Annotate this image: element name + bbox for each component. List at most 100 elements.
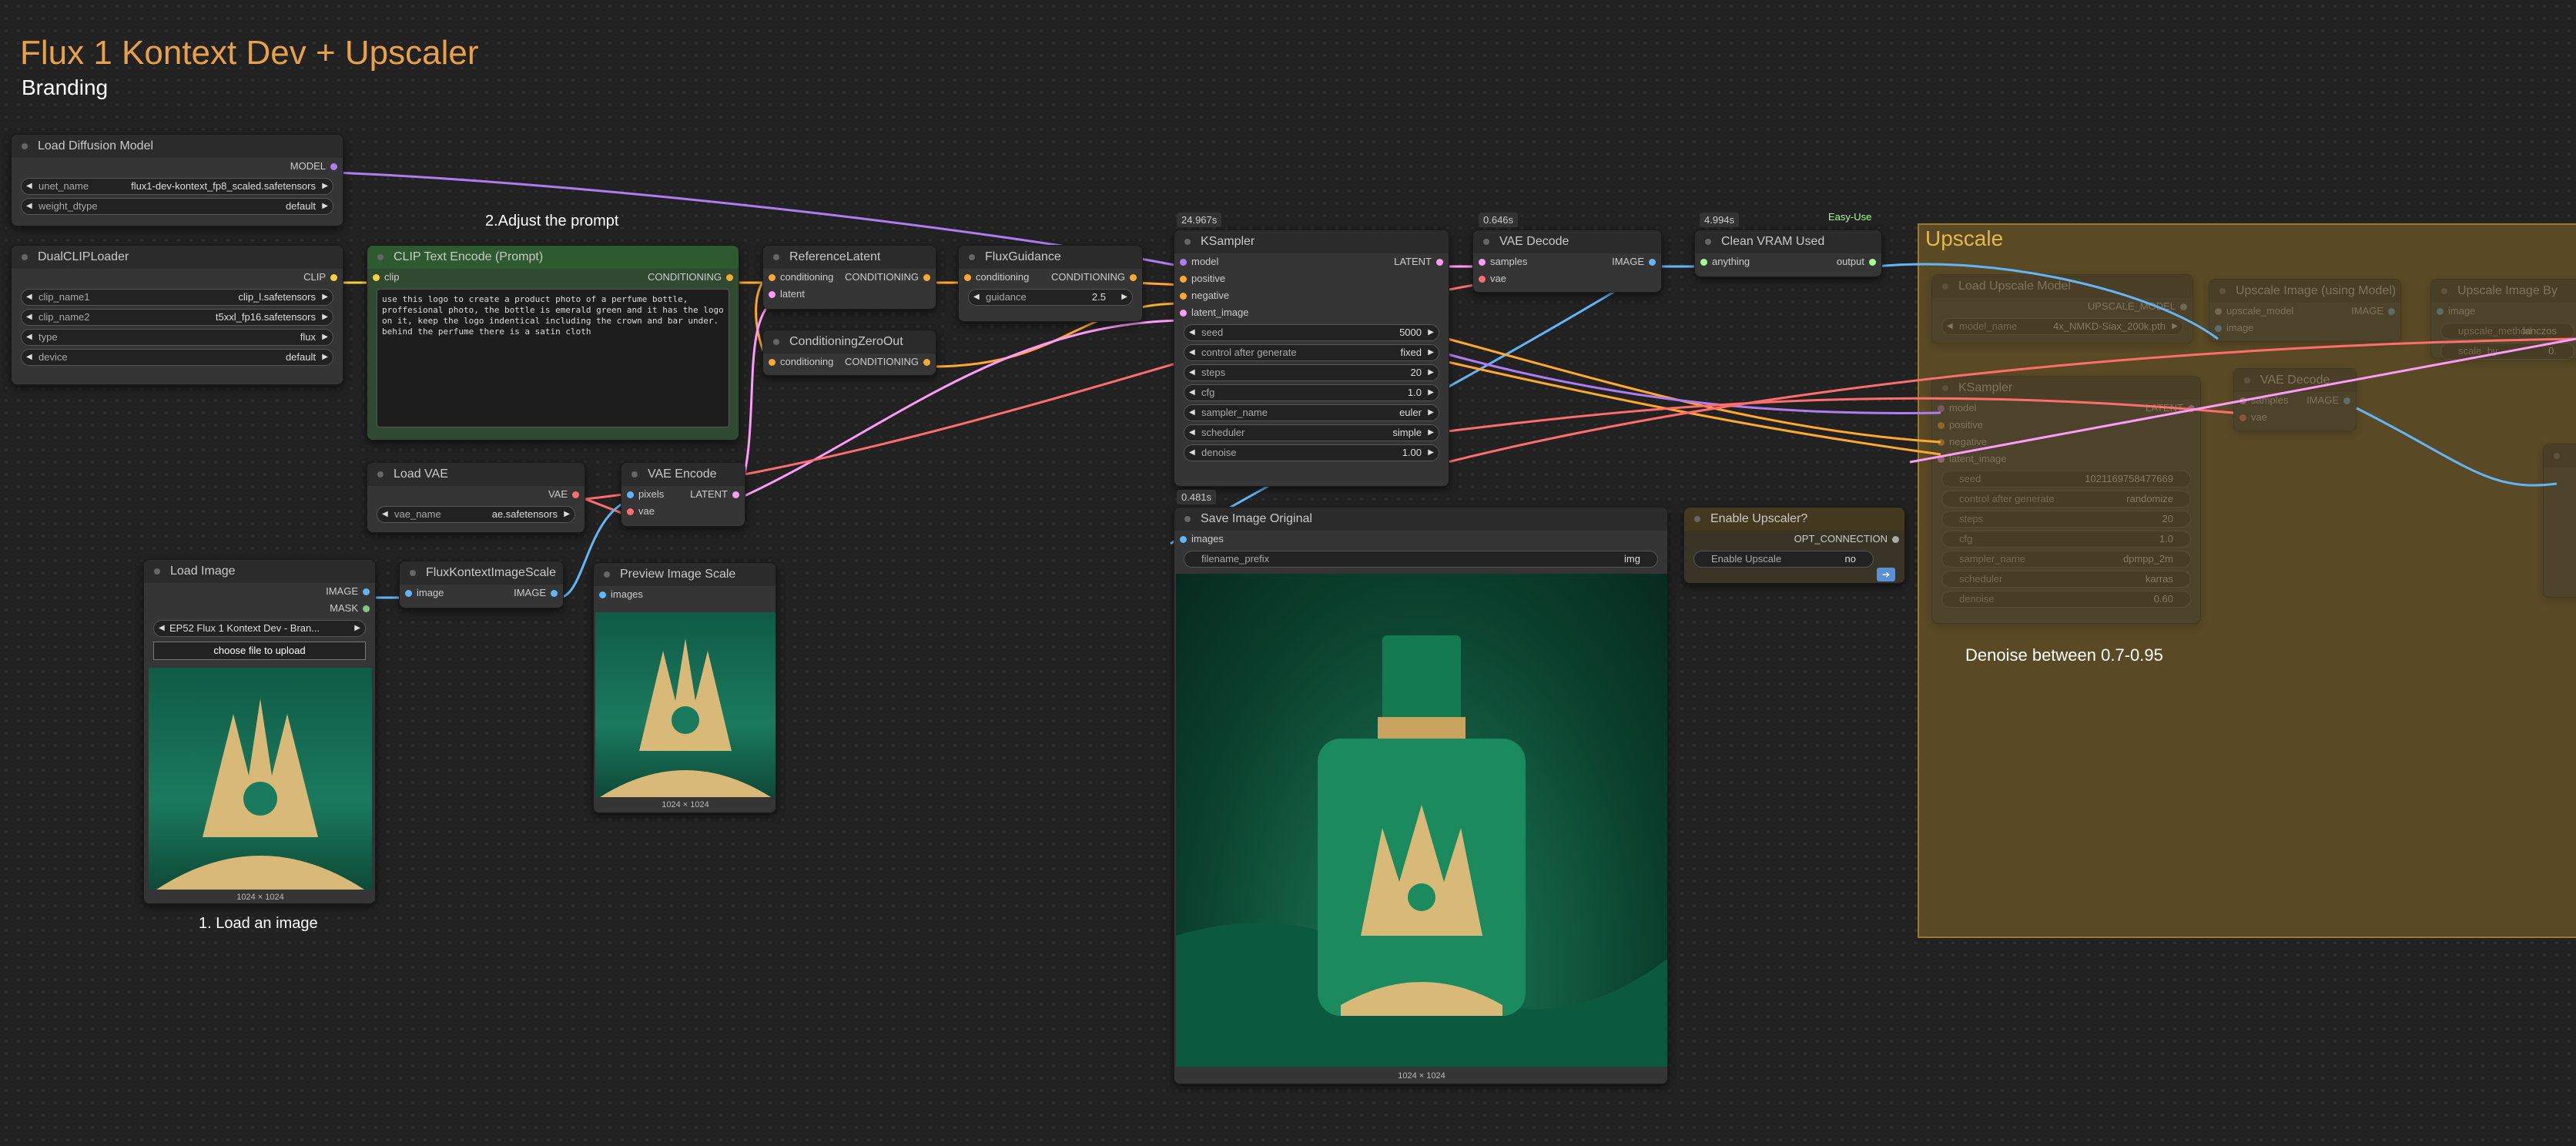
input-image[interactable]: image <box>2215 320 2253 337</box>
model-name-widget[interactable]: ◀ model_name 4x_NMKD-Siax_200k.pth ▶ <box>1941 318 2183 335</box>
output-image[interactable]: IMAGE <box>2306 392 2350 409</box>
input-dot[interactable] <box>1180 259 1187 266</box>
node-flux-kontext-image-scale[interactable]: FluxKontextImageScale image IMAGE <box>399 561 564 608</box>
node-title[interactable]: Upscale Image By <box>2431 280 2576 303</box>
input-dot[interactable] <box>1938 456 1945 463</box>
input-dot[interactable] <box>2215 325 2222 332</box>
input-samples[interactable]: samples <box>1479 253 1527 270</box>
output-image[interactable]: IMAGE <box>514 585 558 601</box>
node-upscale-image-by[interactable]: Upscale Image By image upscale_method lan… <box>2430 279 2576 360</box>
input-dot[interactable] <box>2215 308 2222 315</box>
output-conditioning[interactable]: CONDITIONING <box>845 354 930 370</box>
node-load-diffusion-model[interactable]: Load Diffusion Model MODEL ◀ unet_name flu… <box>11 134 343 226</box>
left-arrow-icon[interactable]: ◀ <box>159 621 165 636</box>
node-preview-image-scale[interactable]: Preview Image Scale images 1024 × 1024 <box>593 562 776 813</box>
input-dot[interactable] <box>1938 405 1945 412</box>
input-dot[interactable] <box>599 591 606 598</box>
seed-widget[interactable]: ◀ seed 5000 ▶ <box>1184 324 1439 341</box>
input-dot[interactable] <box>627 508 634 515</box>
clip-name2-widget[interactable]: ◀ clip_name2 t5xxl_fp16.safetensors ▶ <box>21 309 333 326</box>
node-title[interactable]: KSampler <box>1932 377 2200 400</box>
input-latent-image[interactable]: latent_image <box>1938 451 2006 467</box>
weight-dtype-widget[interactable]: ◀ weight_dtype default ▶ <box>21 198 333 215</box>
upscale-method-widget[interactable]: upscale_method lanczos <box>2440 323 2574 340</box>
node-title[interactable]: Upscale Image (using Model) <box>2209 280 2400 303</box>
right-arrow-icon[interactable]: ▶ <box>1428 385 1434 400</box>
output-dot[interactable] <box>363 605 370 612</box>
output-dot[interactable] <box>726 274 733 281</box>
node-ksampler-upscale[interactable]: KSampler model LATENT positive negative … <box>1931 376 2201 624</box>
input-dot[interactable] <box>627 491 634 498</box>
output-dot[interactable] <box>2343 397 2350 404</box>
node-title[interactable]: VAE Decode <box>1473 230 1661 253</box>
right-arrow-icon[interactable]: ▶ <box>1428 425 1434 441</box>
node-title[interactable]: Load Upscale Model <box>1932 275 2192 298</box>
node-load-image[interactable]: Load Image IMAGE MASK ◀ EP52 Flux 1 Konte… <box>143 559 376 904</box>
input-vae[interactable]: vae <box>1479 270 1506 287</box>
output-image[interactable]: IMAGE <box>326 583 370 600</box>
output-clip[interactable]: CLIP <box>303 269 337 286</box>
node-upscale-image-using-model[interactable]: Upscale Image (using Model) upscale_mode… <box>2209 279 2401 342</box>
output-dot[interactable] <box>1869 259 1876 266</box>
sampler-name-widget[interactable]: sampler_name dpmpp_2m <box>1941 551 2191 568</box>
clip-name1-widget[interactable]: ◀ clip_name1 clip_l.safetensors ▶ <box>21 289 333 306</box>
left-arrow-icon[interactable]: ◀ <box>1189 445 1195 461</box>
steps-widget[interactable]: ◀ steps 20 ▶ <box>1184 364 1439 381</box>
node-title[interactable]: Load Diffusion Model <box>12 135 343 158</box>
right-arrow-icon[interactable]: ▶ <box>322 290 328 305</box>
left-arrow-icon[interactable]: ◀ <box>1189 385 1195 400</box>
output-upscale-model[interactable]: UPSCALE_MODEL <box>2088 298 2187 315</box>
output-image[interactable]: IMAGE <box>2351 303 2395 320</box>
cfg-widget[interactable]: ◀ cfg 1.0 ▶ <box>1184 384 1439 401</box>
control-after-generate-widget[interactable]: ◀ control after generate fixed ▶ <box>1184 344 1439 361</box>
input-image[interactable]: image <box>2437 303 2475 320</box>
node-load-upscale-model[interactable]: Load Upscale Model UPSCALE_MODEL ◀ model_… <box>1931 274 2193 343</box>
input-dot[interactable] <box>1700 259 1707 266</box>
left-arrow-icon[interactable]: ◀ <box>1189 345 1195 360</box>
right-arrow-icon[interactable]: ▶ <box>1428 345 1434 360</box>
left-arrow-icon[interactable]: ◀ <box>382 507 388 522</box>
input-dot[interactable] <box>769 359 775 366</box>
right-arrow-icon[interactable]: ▶ <box>322 310 328 325</box>
node-title[interactable]: Clean VRAM Used <box>1695 230 1881 253</box>
output-dot[interactable] <box>1892 536 1899 543</box>
steps-widget[interactable]: steps 20 <box>1941 511 2191 528</box>
output-dot[interactable] <box>1130 274 1137 281</box>
prompt-textarea[interactable]: use this logo to create a product photo … <box>377 289 729 427</box>
input-positive[interactable]: positive <box>1180 270 1225 287</box>
node-title[interactable]: FluxGuidance <box>959 246 1142 269</box>
node-clip-text-encode[interactable]: CLIP Text Encode (Prompt) clip CONDITION… <box>367 245 739 441</box>
input-conditioning[interactable]: conditioning <box>769 354 833 370</box>
type-widget[interactable]: ◀ type flux ▶ <box>21 329 333 346</box>
left-arrow-icon[interactable]: ◀ <box>26 199 32 214</box>
node-title[interactable]: FluxKontextImageScale <box>400 561 563 585</box>
input-dot[interactable] <box>964 274 971 281</box>
node-title[interactable]: DualCLIPLoader <box>12 246 343 269</box>
scale-by-widget[interactable]: scale_by 0. <box>2440 343 2574 360</box>
control-after-generate-widget[interactable]: control after generate randomize <box>1941 491 2191 508</box>
filename-prefix-widget[interactable]: filename_prefix img <box>1184 551 1658 568</box>
input-dot[interactable] <box>1479 276 1486 283</box>
output-dot[interactable] <box>2188 405 2195 412</box>
input-samples[interactable]: samples <box>2239 392 2288 409</box>
sampler-name-widget[interactable]: ◀ sampler_name euler ▶ <box>1184 404 1439 421</box>
denoise-widget[interactable]: denoise 0.60 <box>1941 591 2191 608</box>
output-conditioning[interactable]: CONDITIONING <box>845 269 930 286</box>
node-title[interactable]: VAE Decode <box>2234 369 2356 392</box>
denoise-widget[interactable]: ◀ denoise 1.00 ▶ <box>1184 444 1439 461</box>
output-conditioning[interactable]: CONDITIONING <box>1051 269 1137 286</box>
output-model[interactable]: MODEL <box>290 158 337 175</box>
output-output[interactable]: output <box>1837 253 1876 270</box>
node-vae-decode-upscale[interactable]: VAE Decode samples IMAGE vae <box>2233 368 2357 431</box>
input-latent-image[interactable]: latent_image <box>1180 304 1248 321</box>
output-dot[interactable] <box>363 588 370 595</box>
input-negative[interactable]: negative <box>1938 434 1987 451</box>
input-images[interactable]: images <box>1180 531 1224 548</box>
node-title[interactable]: Load Image <box>144 560 375 583</box>
input-model[interactable]: model <box>1180 253 1218 270</box>
node-title[interactable] <box>2544 444 2576 467</box>
input-conditioning[interactable]: conditioning <box>964 269 1029 286</box>
seed-widget[interactable]: seed 1021169758477669 <box>1941 471 2191 488</box>
output-latent[interactable]: LATENT <box>2146 400 2195 417</box>
input-conditioning[interactable]: conditioning <box>769 269 833 286</box>
